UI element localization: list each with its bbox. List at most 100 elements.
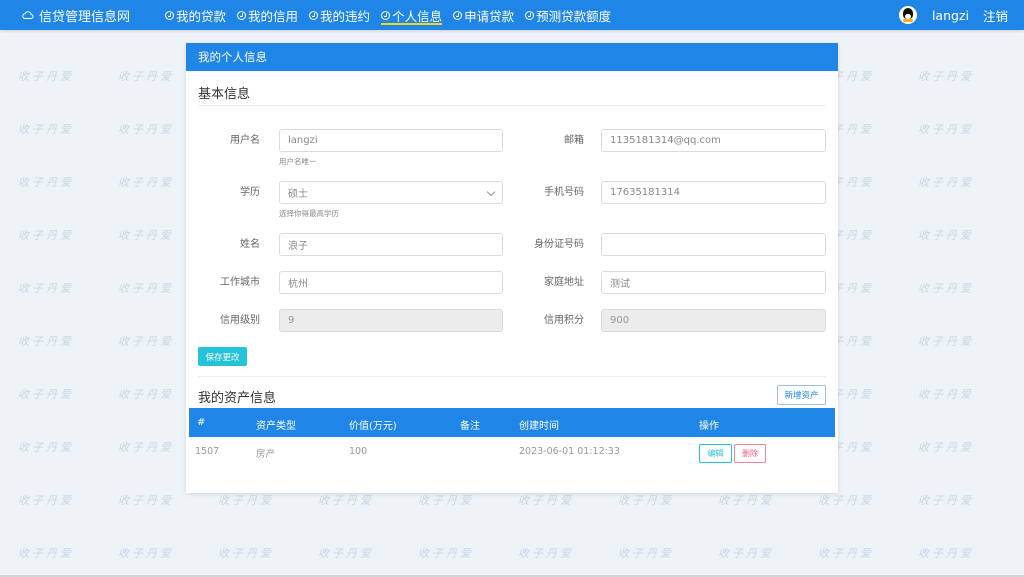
id-number-label: 身份证号码 xyxy=(534,239,584,250)
watermark-text: 收子丹爱 xyxy=(918,123,974,136)
basic-info-title: 基本信息 xyxy=(198,87,251,102)
column-header: 资产类型 xyxy=(256,421,296,432)
nav-my-loans[interactable]: 我的贷款 xyxy=(165,0,226,30)
watermark-text: 收子丹爱 xyxy=(818,494,874,507)
assets-table-header: # 资产类型 价值(万元) 备注 创建时间 操作 xyxy=(189,408,835,437)
watermark-text: 收子丹爱 xyxy=(118,388,174,401)
nav-personal-info[interactable]: 个人信息 xyxy=(381,0,443,30)
watermark-text: 收子丹爱 xyxy=(318,547,374,560)
watermark-text: 收子丹爱 xyxy=(18,441,74,454)
city-label: 工作城市 xyxy=(220,277,260,288)
nav-apply-loan[interactable]: 申请贷款 xyxy=(453,0,514,30)
watermark-text: 收子丹爱 xyxy=(18,229,74,242)
column-header: 创建时间 xyxy=(519,421,559,432)
credit-points-input: 900 xyxy=(601,309,826,332)
nav-label: 预测贷款额度 xyxy=(536,8,612,24)
column-header: 操作 xyxy=(699,421,719,432)
add-asset-button[interactable]: 新增资产 xyxy=(777,385,826,405)
education-value: 硕士 xyxy=(288,189,308,200)
address-label: 家庭地址 xyxy=(544,277,584,288)
nav-predict-limit[interactable]: 预测贷款额度 xyxy=(525,0,611,30)
watermark-text: 收子丹爱 xyxy=(218,494,274,507)
watermark-text: 收子丹爱 xyxy=(18,282,74,295)
watermark-text: 收子丹爱 xyxy=(18,176,74,189)
watermark-text: 收子丹爱 xyxy=(118,494,174,507)
cell-value: 100 xyxy=(349,446,368,457)
check-circle-icon xyxy=(165,10,175,20)
brand[interactable]: 信贷管理信息网 xyxy=(22,6,130,25)
email-input[interactable]: 1135181314@qq.com xyxy=(601,129,826,152)
education-help: 选择你得最高学历 xyxy=(279,209,339,218)
watermark-text: 收子丹爱 xyxy=(918,229,974,242)
table-row: 1507 房产 100 2023-06-01 01:12:33 编辑 删除 xyxy=(189,437,835,467)
watermark-text: 收子丹爱 xyxy=(118,282,174,295)
city-input[interactable]: 杭州 xyxy=(279,271,503,294)
edit-button[interactable]: 编辑 xyxy=(699,444,732,463)
watermark-text: 收子丹爱 xyxy=(418,494,474,507)
cloud-icon xyxy=(22,11,34,19)
watermark-text: 收子丹爱 xyxy=(18,70,74,83)
watermark-text: 收子丹爱 xyxy=(118,547,174,560)
chevron-down-icon xyxy=(486,187,496,197)
save-button[interactable]: 保存更改 xyxy=(198,347,247,366)
top-navbar: 信贷管理信息网 我的贷款 我的信用 我的违约 个人信息 申请贷款 预测贷款额度 xyxy=(0,0,1024,30)
watermark-text: 收子丹爱 xyxy=(118,70,174,83)
divider xyxy=(198,105,826,106)
watermark-text: 收子丹爱 xyxy=(118,441,174,454)
divider xyxy=(198,376,826,377)
credit-level-input: 9 xyxy=(279,309,503,332)
nav-label: 我的信用 xyxy=(248,8,299,24)
watermark-text: 收子丹爱 xyxy=(18,388,74,401)
cell-created: 2023-06-01 01:12:33 xyxy=(519,446,620,457)
column-header: 备注 xyxy=(460,421,480,432)
phone-label: 手机号码 xyxy=(544,187,584,198)
check-circle-icon xyxy=(381,10,391,20)
brand-title: 信贷管理信息网 xyxy=(39,9,131,25)
column-header: # xyxy=(197,417,206,428)
column-header: 价值(万元) xyxy=(349,421,397,432)
delete-button[interactable]: 删除 xyxy=(734,444,766,463)
watermark-text: 收子丹爱 xyxy=(518,494,574,507)
education-label: 学历 xyxy=(240,187,260,198)
qq-penguin-icon[interactable] xyxy=(898,6,917,24)
watermark-text: 收子丹爱 xyxy=(618,494,674,507)
watermark-text: 收子丹爱 xyxy=(718,547,774,560)
username-display[interactable]: langzi xyxy=(932,8,969,23)
watermark-text: 收子丹爱 xyxy=(418,547,474,560)
nav-label: 个人信息 xyxy=(392,8,443,24)
watermark-text: 收子丹爱 xyxy=(218,547,274,560)
watermark-text: 收子丹爱 xyxy=(918,494,974,507)
watermark-text: 收子丹爱 xyxy=(718,494,774,507)
assets-title: 我的资产信息 xyxy=(198,391,277,406)
name-label: 姓名 xyxy=(240,239,260,250)
nav-my-defaults[interactable]: 我的违约 xyxy=(309,0,370,30)
watermark-text: 收子丹爱 xyxy=(118,229,174,242)
watermark-text: 收子丹爱 xyxy=(618,547,674,560)
email-label: 邮箱 xyxy=(564,135,584,146)
watermark-text: 收子丹爱 xyxy=(918,335,974,348)
nav-my-credit[interactable]: 我的信用 xyxy=(237,0,298,30)
address-input[interactable]: 测试 xyxy=(601,271,826,294)
credit-points-label: 信用积分 xyxy=(544,315,584,326)
phone-input[interactable]: 17635181314 xyxy=(601,181,826,204)
check-circle-icon xyxy=(453,10,463,20)
id-number-input[interactable] xyxy=(601,233,826,256)
cell-type: 房产 xyxy=(256,449,276,460)
card-header: 我的个人信息 xyxy=(186,43,838,71)
watermark-text: 收子丹爱 xyxy=(918,70,974,83)
name-input[interactable]: 浪子 xyxy=(279,233,503,256)
watermark-text: 收子丹爱 xyxy=(918,388,974,401)
check-circle-icon xyxy=(525,10,535,20)
check-circle-icon xyxy=(237,10,247,20)
education-select[interactable]: 硕士 xyxy=(279,181,503,204)
username-input[interactable]: langzi xyxy=(279,129,503,152)
watermark-text: 收子丹爱 xyxy=(118,123,174,136)
logout-link[interactable]: 注销 xyxy=(983,6,1008,25)
watermark-text: 收子丹爱 xyxy=(918,282,974,295)
watermark-text: 收子丹爱 xyxy=(318,494,374,507)
watermark-text: 收子丹爱 xyxy=(918,547,974,560)
username-help: 用户名唯一 xyxy=(279,157,317,166)
nav-label: 我的违约 xyxy=(320,8,371,24)
watermark-text: 收子丹爱 xyxy=(18,123,74,136)
main-nav: 我的贷款 我的信用 我的违约 个人信息 申请贷款 预测贷款额度 xyxy=(165,0,622,30)
